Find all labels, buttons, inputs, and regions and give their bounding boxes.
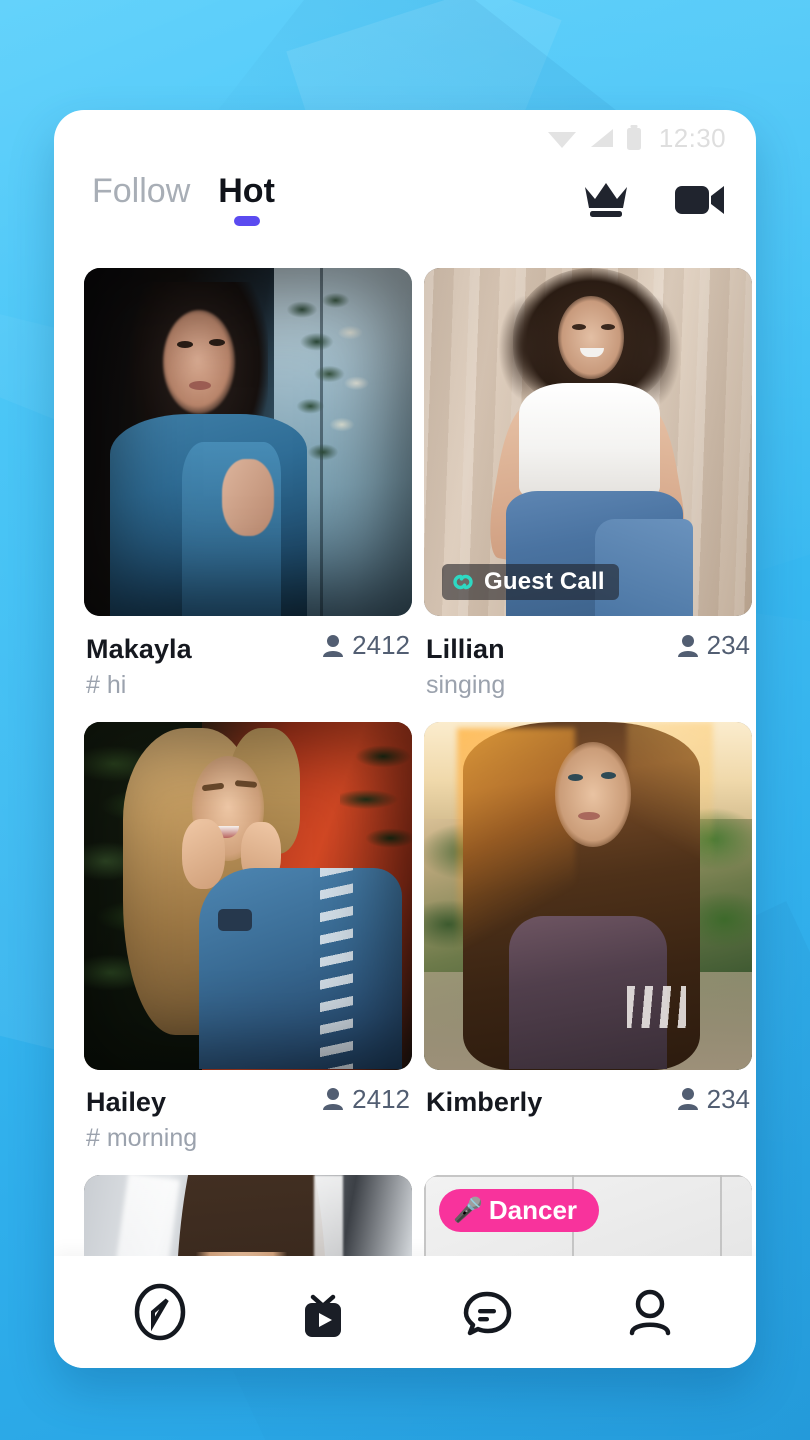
phone-screen: 12:30 Follow Hot Makayla 2412 # hi Guest… [54, 110, 756, 1368]
streamer-name: Lillian [426, 633, 505, 664]
crown-icon[interactable] [582, 180, 630, 220]
streamer-name: Kimberly [426, 1087, 543, 1117]
stream-thumbnail[interactable] [84, 268, 412, 616]
chat-bubble-icon [463, 1291, 511, 1336]
guest-call-label: Guest Call [484, 568, 605, 595]
person-icon [323, 1088, 344, 1110]
viewer-count: 2412 [322, 1084, 410, 1115]
person-icon [323, 634, 344, 657]
top-bar-actions [582, 174, 726, 220]
nav-explore-button[interactable] [112, 1274, 208, 1350]
video-camera-icon[interactable] [674, 181, 726, 219]
feed-row: Makayla 2412 # hi Guest Call Lillian 234… [84, 268, 752, 700]
person-icon [677, 1088, 698, 1110]
cellular-signal-icon [590, 129, 613, 147]
tab-follow-label: Follow [92, 172, 191, 210]
stream-cover-image [84, 1175, 412, 1256]
wifi-icon [547, 132, 576, 148]
nav-live-button[interactable] [275, 1274, 371, 1350]
stream-card[interactable]: Makayla 2412 # hi [84, 268, 412, 700]
stream-card[interactable]: Guest Call Lillian 234 singing [424, 268, 752, 700]
nav-profile-button[interactable] [602, 1274, 698, 1350]
tab-hot-label: Hot [218, 172, 275, 210]
profile-person-icon [630, 1289, 671, 1336]
stream-cover-image [424, 721, 752, 1070]
viewer-count-value: 2412 [352, 1083, 410, 1114]
tab-follow[interactable]: Follow [92, 174, 190, 228]
stream-cover-image [84, 268, 412, 616]
row-gap [84, 1153, 726, 1175]
live-stream-feed[interactable]: Makayla 2412 # hi Guest Call Lillian 234… [54, 268, 756, 1256]
viewer-count-value: 2412 [352, 630, 410, 660]
explore-compass-icon [134, 1283, 185, 1341]
viewer-count: 2412 [322, 630, 410, 661]
stream-tagline: # morning [86, 1124, 198, 1152]
status-bar-clock: 12:30 [658, 122, 726, 153]
stream-card[interactable]: Kimberly 234 [424, 721, 752, 1154]
streamer-name: Hailey [86, 1087, 167, 1117]
stream-cover-image [84, 721, 412, 1070]
status-bar: 12:30 [54, 110, 756, 166]
stream-meta: Kimberly 234 [424, 1070, 752, 1119]
stream-meta: Makayla 2412 [84, 616, 412, 665]
stream-thumbnail[interactable] [84, 1175, 412, 1256]
microphone-icon: 🎤 [453, 1196, 483, 1224]
viewer-count: 234 [677, 630, 750, 661]
dancer-badge-label: Dancer [488, 1195, 578, 1225]
nav-messages-button[interactable] [439, 1274, 535, 1350]
guest-call-badge: Guest Call [442, 564, 619, 600]
viewer-count: 234 [677, 1084, 750, 1115]
feed-row: Hailey 2412 # morning Kimberly 234 [84, 721, 752, 1154]
stream-meta: Hailey 2412 [84, 1070, 412, 1119]
top-navigation-bar: Follow Hot [54, 166, 756, 268]
battery-icon [626, 125, 641, 150]
active-tab-indicator [233, 216, 260, 226]
stream-card[interactable]: 🎤 Dancer [424, 1175, 752, 1256]
feed-row: 🎤 Dancer [84, 1175, 752, 1256]
stream-thumbnail[interactable]: Guest Call [424, 268, 752, 616]
link-rings-icon [453, 574, 473, 590]
stream-thumbnail[interactable]: 🎤 Dancer [424, 1175, 752, 1256]
stream-thumbnail[interactable] [424, 721, 752, 1070]
stream-tagline [424, 1118, 752, 1124]
bottom-navigation-bar [54, 1256, 756, 1368]
viewer-count-value: 234 [706, 1083, 750, 1114]
tab-hot[interactable]: Hot [218, 174, 275, 228]
stream-card[interactable] [84, 1175, 412, 1256]
live-tv-icon [305, 1294, 342, 1337]
stream-tagline: # hi [86, 670, 127, 699]
stream-tagline: singing [426, 670, 506, 699]
feed-tabs: Follow Hot [92, 174, 275, 228]
stream-thumbnail[interactable] [84, 721, 412, 1070]
stream-meta: Lillian 234 [424, 616, 752, 665]
row-gap [84, 700, 726, 722]
viewer-count-value: 234 [706, 630, 750, 660]
person-icon [677, 634, 698, 657]
dancer-badge: 🎤 Dancer [439, 1189, 600, 1232]
stream-card[interactable]: Hailey 2412 # morning [84, 721, 412, 1154]
streamer-name: Makayla [86, 633, 192, 664]
